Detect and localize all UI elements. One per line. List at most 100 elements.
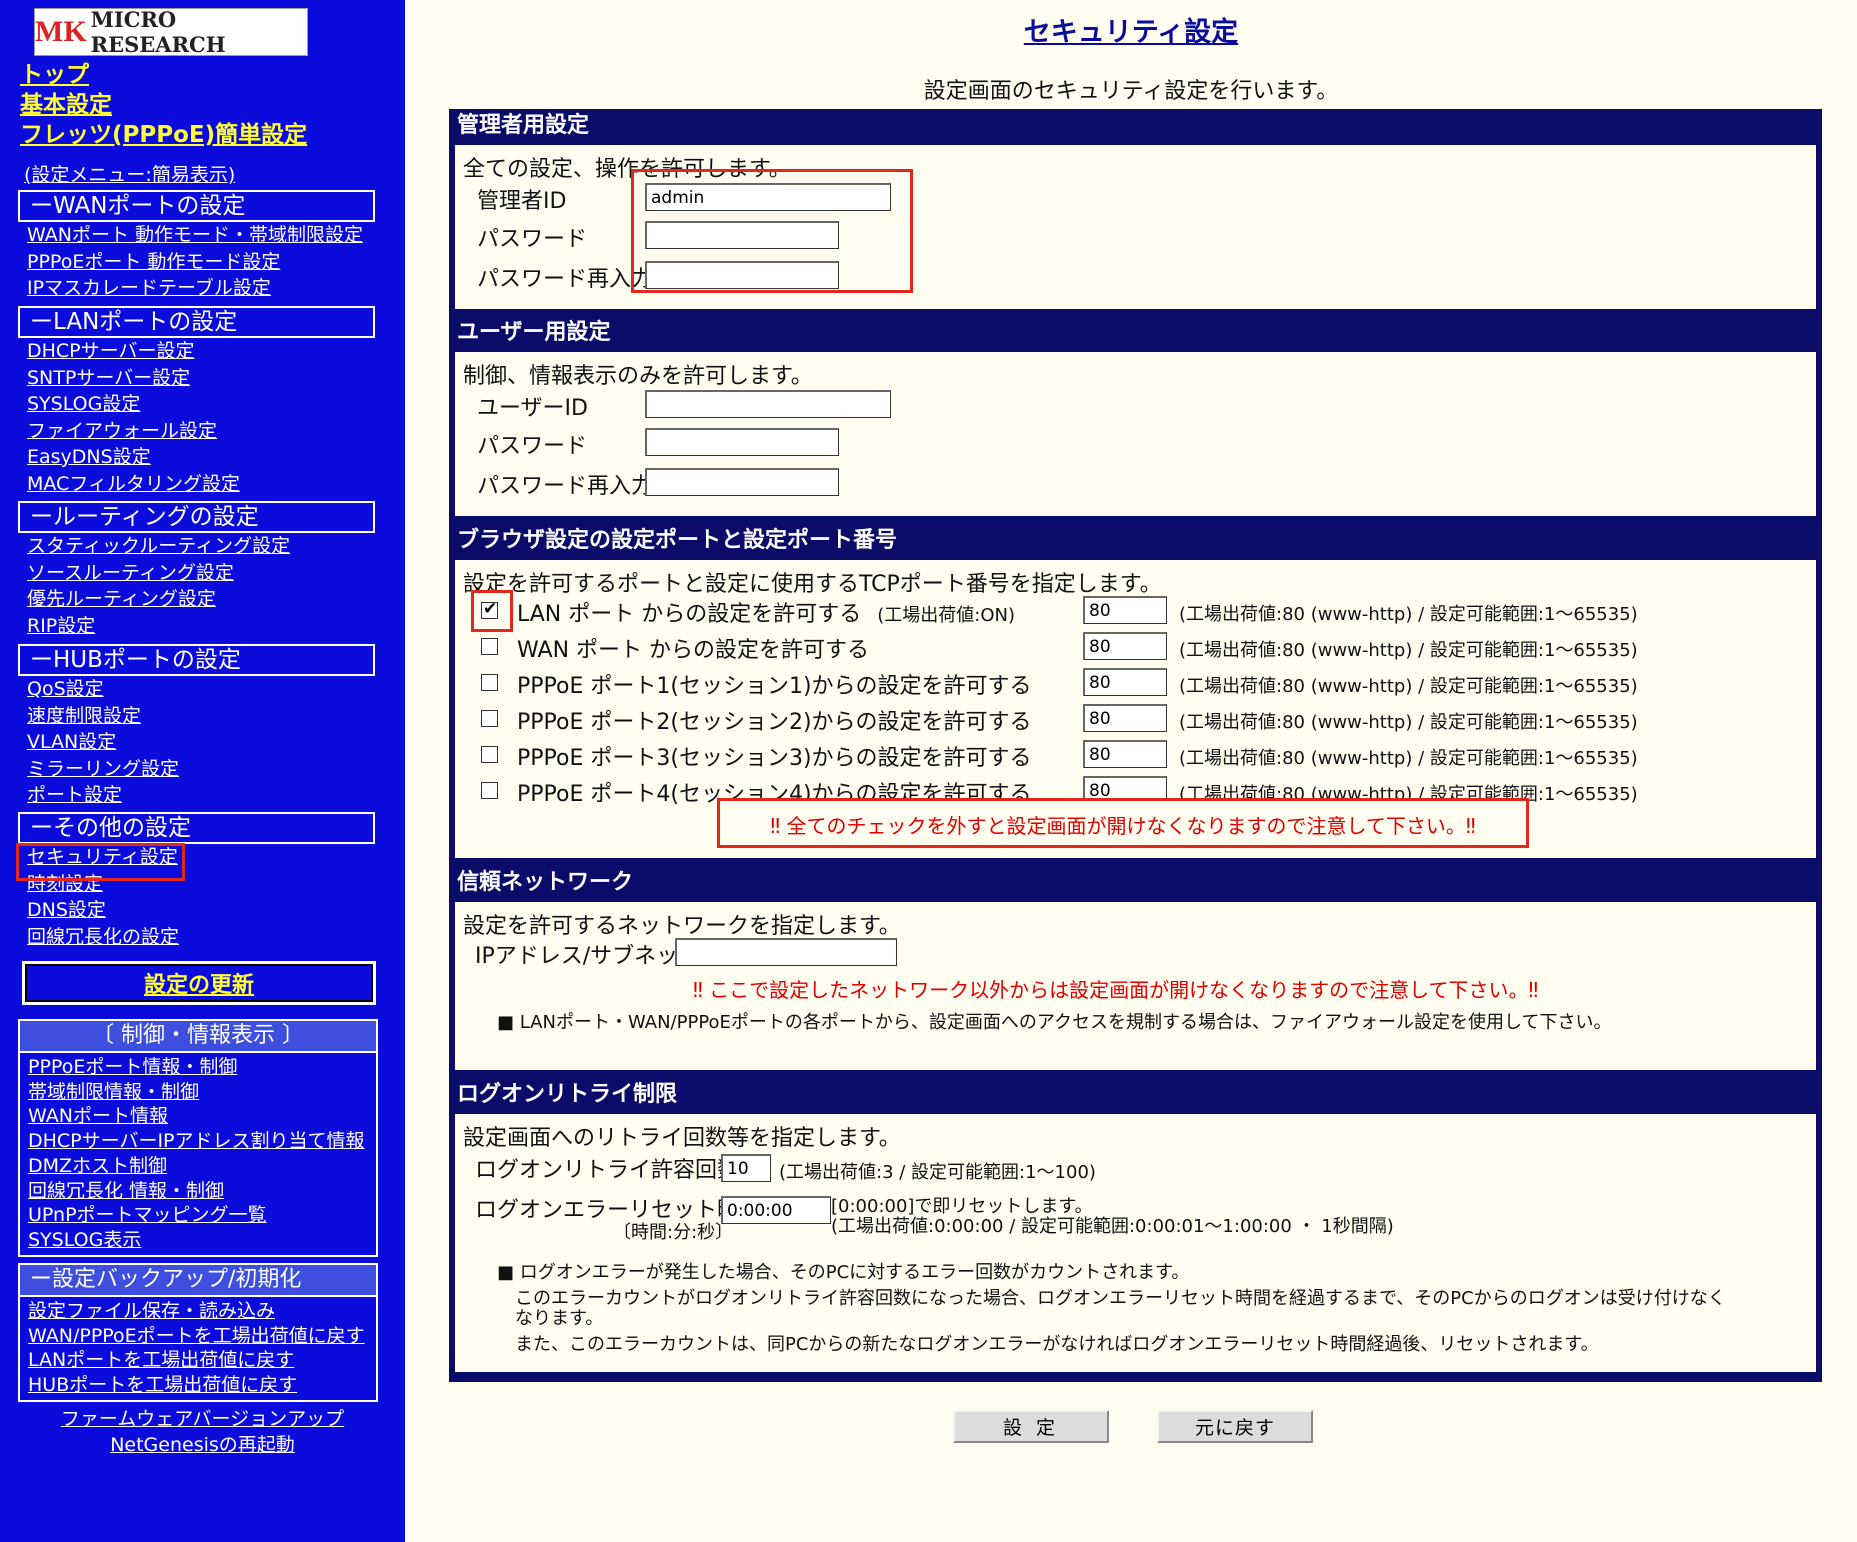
backup-box: ー設定バックアップ/初期化 設定ファイル保存・読み込み WAN/PPPoEポート…: [18, 1263, 378, 1402]
link-basic-settings[interactable]: 基本設定: [20, 90, 307, 120]
page-title: セキュリティ設定: [1023, 17, 1239, 48]
highlight-security-item: [16, 843, 185, 881]
sidebar-item-vlan[interactable]: VLAN設定: [18, 729, 375, 756]
logo[interactable]: MK MICRO RESEARCH: [34, 7, 308, 57]
user-password-confirm-label: パスワード再入力: [477, 474, 654, 499]
link-flets-setup[interactable]: フレッツ(PPPoE)簡単設定: [20, 120, 307, 150]
user-id-input[interactable]: [645, 390, 891, 418]
sidebar-item-qos[interactable]: QoS設定: [18, 676, 375, 703]
user-panel-body: 制御、情報表示のみを許可します。 ユーザーID パスワード パスワード再入力: [453, 350, 1818, 518]
user-password-input[interactable]: [645, 428, 839, 456]
backup-title: ー設定バックアップ/初期化: [20, 1265, 376, 1297]
top-links: トップ 基本設定 フレッツ(PPPoE)簡単設定: [20, 60, 307, 150]
browser-port-panel: ブラウザ設定の設定ポートと設定ポート番号 設定を許可するポートと設定に使用するT…: [449, 524, 1822, 868]
sidebar-item-mac-filter[interactable]: MACフィルタリング設定: [18, 471, 375, 498]
sidebar-item-redundancy[interactable]: 回線冗長化の設定: [18, 924, 375, 951]
browser-port-desc: 設定を許可するポートと設定に使用するTCPポート番号を指定します。: [463, 572, 1162, 597]
retry-count-note: (工場出荷値:3 / 設定可能範囲:1〜100): [779, 1162, 1096, 1183]
revert-button[interactable]: 元に戻す: [1157, 1410, 1313, 1443]
sidebar-item-wan-info[interactable]: WANポート情報: [20, 1104, 376, 1129]
sidebar-item-firewall[interactable]: ファイアウォール設定: [18, 418, 375, 445]
sidebar-item-dhcp-lease[interactable]: DHCPサーバーIPアドレス割り当て情報: [20, 1129, 376, 1154]
sidebar-item-reset-lan[interactable]: LANポートを工場出荷値に戻す: [20, 1348, 376, 1373]
section-wan-title: ーWANポートの設定: [18, 190, 375, 222]
sidebar-item-pppoe-mode[interactable]: PPPoEポート 動作モード設定: [18, 249, 375, 276]
port-number-lan[interactable]: [1083, 596, 1167, 624]
highlight-lan-checkbox: [471, 590, 513, 632]
reset-time-note2: (工場出荷値:0:00:00 / 設定可能範囲:0:00:01〜1:00:00 …: [831, 1216, 1394, 1237]
sidebar-item-reset-wan[interactable]: WAN/PPPoEポートを工場出荷値に戻す: [20, 1324, 376, 1349]
checkbox-pppoe4-port[interactable]: [481, 782, 498, 799]
section-wan: ーWANポートの設定 WANポート 動作モード・帯域制限設定 PPPoEポート …: [18, 190, 375, 302]
trusted-note: ■ LANポート・WAN/PPPoEポートの各ポートから、設定画面へのアクセスを…: [497, 1012, 1612, 1033]
logon-retry-panel: ログオンリトライ制限 設定画面へのリトライ回数等を指定します。 ログオンリトライ…: [449, 1078, 1822, 1382]
sidebar-item-dhcp[interactable]: DHCPサーバー設定: [18, 338, 375, 365]
sidebar-item-dmz[interactable]: DMZホスト制御: [20, 1154, 376, 1179]
sidebar-item-syslog-view[interactable]: SYSLOG表示: [20, 1228, 376, 1253]
sidebar-item-config-file[interactable]: 設定ファイル保存・読み込み: [20, 1299, 376, 1324]
section-hub: ーHUBポートの設定 QoS設定 速度制限設定 VLAN設定 ミラーリング設定 …: [18, 644, 375, 809]
page-description: 設定画面のセキュリティ設定を行います。: [923, 79, 1339, 104]
sidebar-item-dns[interactable]: DNS設定: [18, 897, 375, 924]
port-range-wan: (工場出荷値:80 (www-http) / 設定可能範囲:1〜65535): [1179, 640, 1638, 661]
port-range-pppoe3: (工場出荷値:80 (www-http) / 設定可能範囲:1〜65535): [1179, 748, 1638, 769]
sidebar-item-wan-mode[interactable]: WANポート 動作モード・帯域制限設定: [18, 222, 375, 249]
admin-panel: 管理者用設定 全ての設定、操作を許可します。 管理者ID パスワード パスワード…: [449, 109, 1822, 319]
trusted-network-body: 設定を許可するネットワークを指定します。 IPアドレス/サブネット ‼ ここで設…: [453, 900, 1818, 1072]
main-content: セキュリティ設定 設定画面のセキュリティ設定を行います。 管理者用設定 全ての設…: [405, 0, 1857, 1542]
port-label-pppoe3: PPPoE ポート3(セッション3)からの設定を許可する: [517, 746, 1032, 771]
sidebar-item-port[interactable]: ポート設定: [18, 782, 375, 809]
section-lan: ーLANポートの設定 DHCPサーバー設定 SNTPサーバー設定 SYSLOG設…: [18, 306, 375, 497]
firmware-upgrade-link[interactable]: ファームウェアバージョンアップ: [0, 1404, 405, 1431]
link-top[interactable]: トップ: [20, 60, 307, 90]
trusted-desc: 設定を許可するネットワークを指定します。: [463, 914, 901, 939]
sidebar-item-reset-hub[interactable]: HUBポートを工場出荷値に戻す: [20, 1373, 376, 1398]
reset-time-input[interactable]: [721, 1196, 831, 1224]
port-label-lan: LAN ポート からの設定を許可する (工場出荷値:ON): [517, 602, 1016, 627]
section-lan-title: ーLANポートの設定: [18, 306, 375, 338]
submit-button[interactable]: 設 定: [953, 1410, 1109, 1443]
control-info-title: 〔 制御・情報表示 〕: [20, 1021, 376, 1053]
logo-text: MICRO RESEARCH: [90, 7, 226, 57]
ip-subnet-input[interactable]: [675, 938, 897, 966]
port-number-pppoe2[interactable]: [1083, 704, 1167, 732]
logo-mark: MK: [35, 15, 87, 48]
sidebar-item-syslog[interactable]: SYSLOG設定: [18, 391, 375, 418]
checkbox-pppoe3-port[interactable]: [481, 746, 498, 763]
sidebar-item-source-routing[interactable]: ソースルーティング設定: [18, 560, 375, 587]
sidebar-item-easydns[interactable]: EasyDNS設定: [18, 444, 375, 471]
user-panel-header: ユーザー用設定: [451, 318, 1820, 348]
trusted-warning: ‼ ここで設定したネットワーク以外からは設定画面が開けなくなりますので注意して下…: [693, 978, 1539, 1002]
sidebar-item-sntp[interactable]: SNTPサーバー設定: [18, 365, 375, 392]
logon-note-2: このエラーカウントがログオンリトライ許容回数になった場合、ログオンエラーリセット…: [515, 1288, 1726, 1309]
admin-panel-body: 全ての設定、操作を許可します。 管理者ID パスワード パスワード再入力: [453, 143, 1818, 311]
sidebar-item-ip-masquerade[interactable]: IPマスカレードテーブル設定: [18, 275, 375, 302]
port-number-wan[interactable]: [1083, 632, 1167, 660]
user-password-label: パスワード: [477, 434, 588, 459]
logon-retry-body: 設定画面へのリトライ回数等を指定します。 ログオンリトライ許容回数 (工場出荷値…: [453, 1112, 1818, 1374]
menu-mode-toggle[interactable]: (設定メニュー:簡易表示): [24, 160, 235, 187]
admin-panel-header: 管理者用設定: [451, 111, 1820, 141]
sidebar-item-mirroring[interactable]: ミラーリング設定: [18, 756, 375, 783]
section-other-title: ーその他の設定: [18, 812, 375, 844]
sidebar-item-static-routing[interactable]: スタティックルーティング設定: [18, 533, 375, 560]
sidebar-item-speed-limit[interactable]: 速度制限設定: [18, 703, 375, 730]
update-settings-button[interactable]: 設定の更新: [22, 961, 376, 1005]
sidebar-item-priority-routing[interactable]: 優先ルーティング設定: [18, 586, 375, 613]
checkbox-wan-port[interactable]: [481, 638, 498, 655]
sidebar-item-pppoe-info[interactable]: PPPoEポート情報・制御: [20, 1055, 376, 1080]
sidebar-item-upnp[interactable]: UPnPポートマッピング一覧: [20, 1203, 376, 1228]
logon-desc: 設定画面へのリトライ回数等を指定します。: [463, 1126, 901, 1151]
reboot-link[interactable]: NetGenesisの再起動: [0, 1430, 405, 1457]
port-label-wan: WAN ポート からの設定を許可する: [517, 638, 870, 663]
port-number-pppoe3[interactable]: [1083, 740, 1167, 768]
retry-count-input[interactable]: [721, 1154, 771, 1182]
browser-port-body: 設定を許可するポートと設定に使用するTCPポート番号を指定します。 LAN ポー…: [453, 558, 1818, 860]
port-number-pppoe1[interactable]: [1083, 668, 1167, 696]
sidebar-item-bandwidth-info[interactable]: 帯域制限情報・制御: [20, 1080, 376, 1105]
checkbox-pppoe2-port[interactable]: [481, 710, 498, 727]
checkbox-pppoe1-port[interactable]: [481, 674, 498, 691]
sidebar-item-redundancy-info[interactable]: 回線冗長化 情報・制御: [20, 1179, 376, 1204]
user-password-confirm-input[interactable]: [645, 468, 839, 496]
sidebar-item-rip[interactable]: RIP設定: [18, 613, 375, 640]
